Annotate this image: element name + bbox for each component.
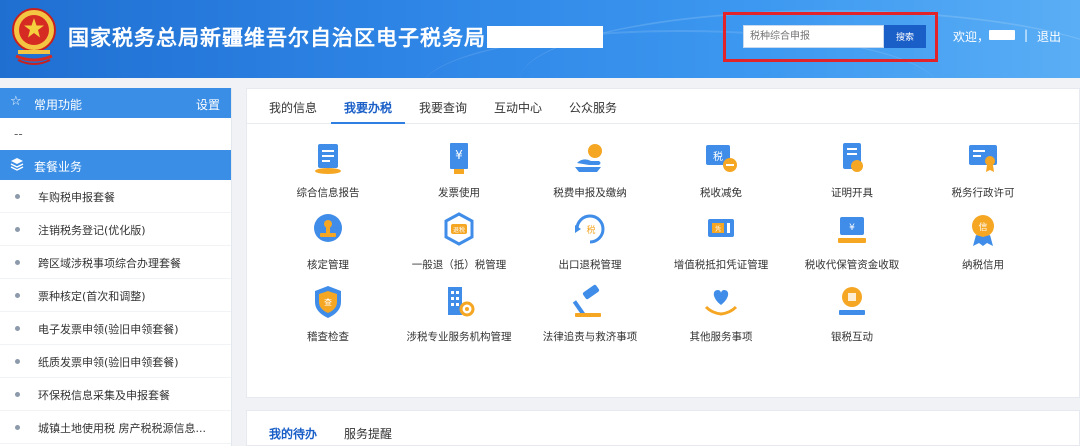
header-banner: 国家税务总局新疆维吾尔自治区电子税务局 搜索 欢迎， | 退出 xyxy=(0,0,1080,78)
tax-reduction-icon: 税 xyxy=(706,145,737,172)
heart-hands-icon xyxy=(704,290,738,316)
tab-service-reminder[interactable]: 服务提醒 xyxy=(344,425,392,442)
tile-bank-tax[interactable]: 银税互动 xyxy=(787,283,917,347)
tab-tax-handling[interactable]: 我要办税 xyxy=(344,99,392,116)
main-tabs: 我的信息 我要办税 我要查询 互动中心 公众服务 xyxy=(247,89,1080,124)
tab-public-service[interactable]: 公众服务 xyxy=(569,99,617,116)
package-item[interactable]: 纸质发票申领(验旧申领套餐) xyxy=(0,345,231,378)
building-gear-icon xyxy=(448,287,475,317)
welcome-text: 欢迎， xyxy=(953,30,990,44)
package-item[interactable]: 注销税务登记(优化版) xyxy=(0,213,231,246)
tile-invoice-use[interactable]: ¥ 发票使用 xyxy=(394,139,524,203)
star-icon: ☆ xyxy=(10,94,22,109)
tile-professional-agency[interactable]: 涉税专业服务机构管理 xyxy=(394,283,524,347)
tab-my-info[interactable]: 我的信息 xyxy=(269,99,317,116)
package-item[interactable]: 车购税申报套餐 xyxy=(0,180,231,213)
tile-general-refund[interactable]: 退税 一般退（抵）税管理 xyxy=(394,211,524,275)
common-functions-empty: -- xyxy=(14,127,23,141)
search-button[interactable]: 搜索 xyxy=(884,25,926,48)
search-input[interactable] xyxy=(743,25,884,48)
document-report-icon xyxy=(315,144,341,174)
svg-text:查: 查 xyxy=(324,297,332,307)
package-business-header: 套餐业务 xyxy=(0,150,231,180)
package-item[interactable]: 跨区域涉税事项综合办理套餐 xyxy=(0,246,231,279)
license-screen-icon xyxy=(969,145,997,172)
package-item[interactable]: 城镇土地使用税 房产税税源信息... xyxy=(0,411,231,444)
credit-medal-icon: 信 xyxy=(972,215,994,246)
tile-legal-remedy[interactable]: 法律追责与救济事项 xyxy=(525,283,655,347)
gavel-icon xyxy=(572,284,601,317)
tile-tax-reduction[interactable]: 税 税收减免 xyxy=(656,139,786,203)
voucher-ticket-icon: 凭 xyxy=(708,219,734,237)
site-title: 国家税务总局新疆维吾尔自治区电子税务局 xyxy=(68,26,486,50)
package-list: 车购税申报套餐 注销税务登记(优化版) 跨区域涉税事项综合办理套餐 票种核定(首… xyxy=(0,180,231,444)
tile-certificate[interactable]: 证明开具 xyxy=(787,139,917,203)
tile-funds-custody[interactable]: ¥ 税收代保管资金收取 xyxy=(787,211,917,275)
tile-export-refund[interactable]: 税 出口退税管理 xyxy=(525,211,655,275)
header-separator: | xyxy=(1024,28,1029,42)
stamp-icon xyxy=(314,214,342,242)
tab-interaction[interactable]: 互动中心 xyxy=(494,99,542,116)
layers-icon xyxy=(10,158,24,171)
active-tab-indicator xyxy=(331,122,405,124)
sidebar: ☆ 常用功能 设置 -- 套餐业务 车购税申报套餐 注销税务登记(优化版) 跨区… xyxy=(0,88,232,446)
bank-coin-icon xyxy=(839,287,865,315)
tile-tax-credit[interactable]: 信 纳税信用 xyxy=(918,211,1048,275)
invoice-yuan-icon: ¥ xyxy=(450,143,468,174)
package-item[interactable]: 票种核定(首次和调整) xyxy=(0,279,231,312)
tile-assessment[interactable]: 核定管理 xyxy=(263,211,393,275)
funds-custody-icon: ¥ xyxy=(838,217,866,243)
tax-emblem-logo xyxy=(12,8,56,65)
svg-text:¥: ¥ xyxy=(849,223,855,233)
tab-my-todo[interactable]: 我的待办 xyxy=(269,425,317,442)
tile-tax-filing-payment[interactable]: 税费申报及缴纳 xyxy=(525,139,655,203)
tab-query[interactable]: 我要查询 xyxy=(419,99,467,116)
main-panel: 我的信息 我要办税 我要查询 互动中心 公众服务 综合信息报告 ¥ 发票使用 税… xyxy=(246,88,1080,398)
svg-text:税: 税 xyxy=(713,150,723,163)
tile-vat-voucher[interactable]: 凭 增值税抵扣凭证管理 xyxy=(656,211,786,275)
tile-inspection[interactable]: 查 稽查检查 xyxy=(263,283,393,347)
redacted-region-block xyxy=(487,26,603,48)
svg-text:税: 税 xyxy=(586,224,595,236)
package-business-title: 套餐业务 xyxy=(34,160,83,174)
svg-text:信: 信 xyxy=(978,221,987,233)
tile-admin-license[interactable]: 税务行政许可 xyxy=(918,139,1048,203)
redacted-username xyxy=(989,30,1015,40)
todo-panel: 我的待办 服务提醒 xyxy=(246,410,1080,446)
package-item[interactable]: 环保税信息采集及申报套餐 xyxy=(0,378,231,411)
inspection-shield-icon: 查 xyxy=(315,286,341,318)
export-refund-icon: 税 xyxy=(575,214,605,244)
common-functions-title: 常用功能 xyxy=(34,98,83,112)
svg-text:¥: ¥ xyxy=(455,148,463,162)
common-functions-header: ☆ 常用功能 设置 xyxy=(0,88,231,118)
tile-comprehensive-report[interactable]: 综合信息报告 xyxy=(263,139,393,203)
logout-link[interactable]: 退出 xyxy=(1037,28,1061,45)
package-item[interactable]: 电子发票申领(验旧申领套餐) xyxy=(0,312,231,345)
tile-other-services[interactable]: 其他服务事项 xyxy=(656,283,786,347)
svg-text:退税: 退税 xyxy=(453,226,465,234)
hand-coin-icon xyxy=(575,144,602,172)
refund-hexagon-icon: 退税 xyxy=(444,212,474,246)
settings-link[interactable]: 设置 xyxy=(196,96,220,113)
svg-text:凭: 凭 xyxy=(715,225,721,233)
certificate-icon xyxy=(843,143,863,172)
